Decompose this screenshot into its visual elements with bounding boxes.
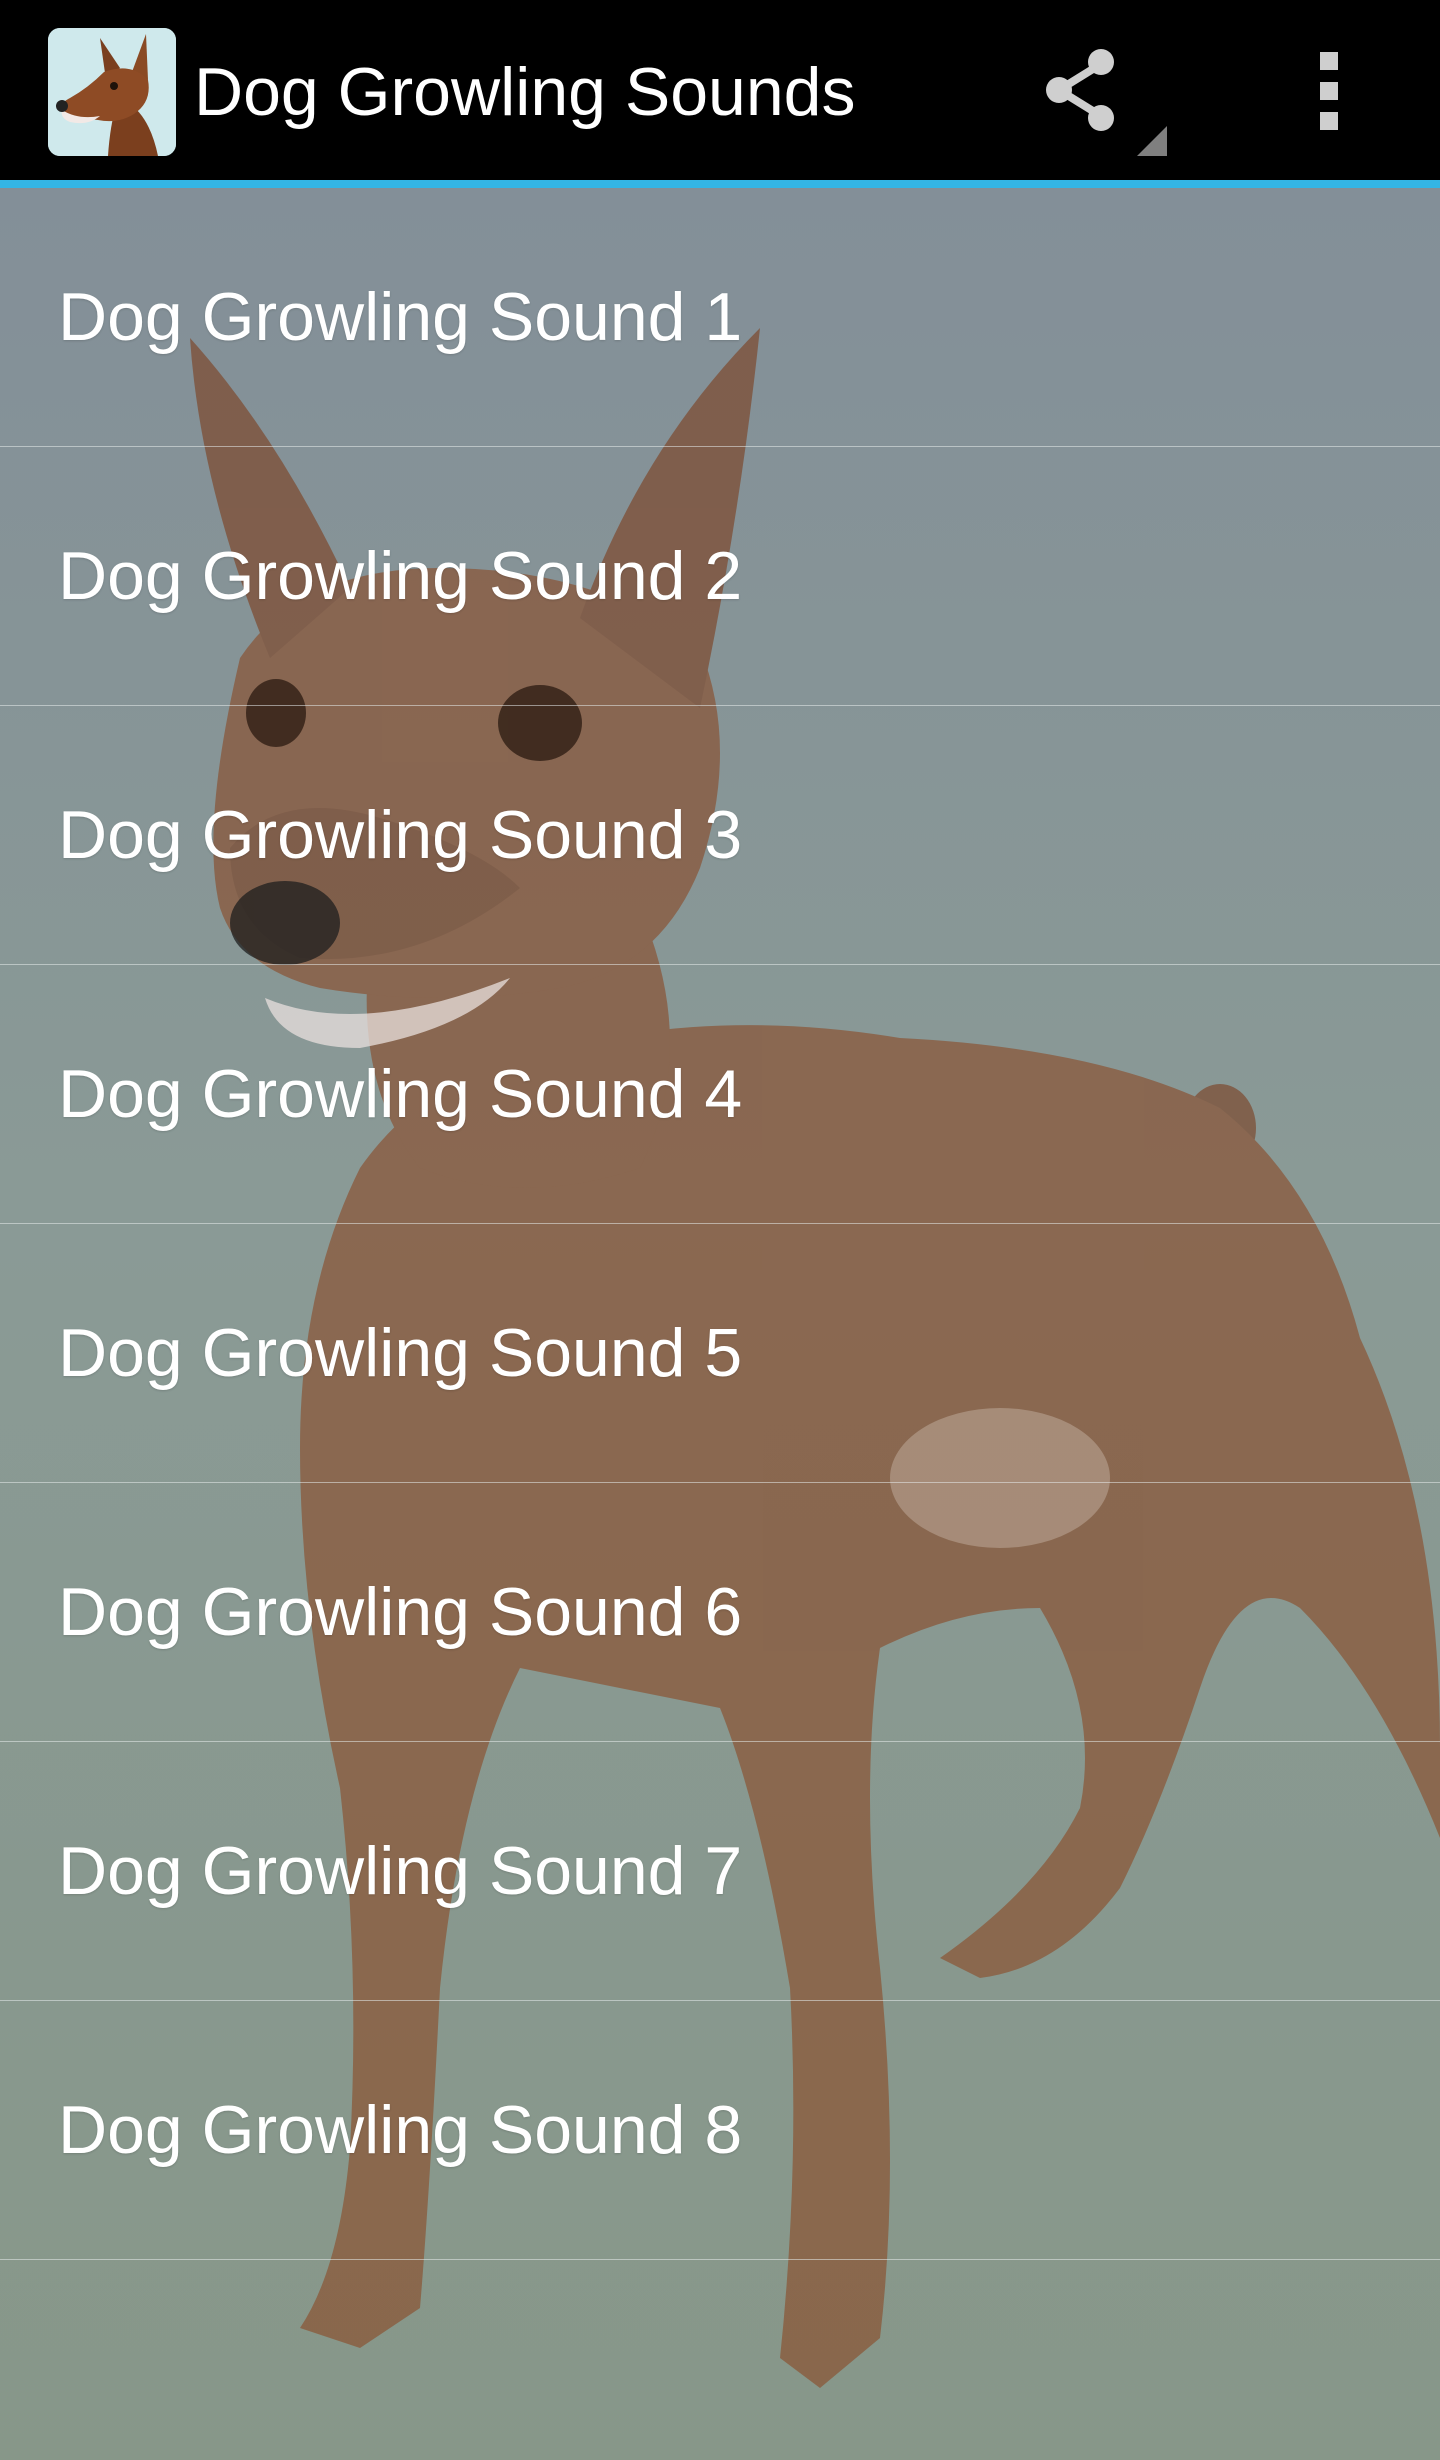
app-icon[interactable] (48, 28, 176, 156)
share-icon (1046, 49, 1167, 156)
sound-list-item-3[interactable]: Dog Growling Sound 3 (0, 706, 1440, 965)
app-title: Dog Growling Sounds (194, 54, 856, 130)
action-bar-accent-line (0, 180, 1440, 188)
sound-list-item-4[interactable]: Dog Growling Sound 4 (0, 965, 1440, 1224)
sound-label: Dog Growling Sound 7 (58, 1833, 743, 1909)
sound-list-item-1[interactable]: Dog Growling Sound 1 (0, 188, 1440, 447)
sound-list-item-2[interactable]: Dog Growling Sound 2 (0, 447, 1440, 706)
sound-list-item-7[interactable]: Dog Growling Sound 7 (0, 1742, 1440, 2001)
overflow-menu-icon (1320, 52, 1338, 130)
sound-list-item-8[interactable]: Dog Growling Sound 8 (0, 2001, 1440, 2260)
sound-label: Dog Growling Sound 6 (58, 1574, 743, 1650)
dog-head-icon (48, 28, 176, 156)
overflow-menu-button[interactable] (1290, 30, 1370, 160)
sound-list: Dog Growling Sound 1 Dog Growling Sound … (0, 188, 1440, 2260)
sound-label: Dog Growling Sound 8 (58, 2092, 743, 2168)
sound-list-item-6[interactable]: Dog Growling Sound 6 (0, 1483, 1440, 1742)
sound-label: Dog Growling Sound 2 (58, 538, 743, 614)
sound-label: Dog Growling Sound 4 (58, 1056, 743, 1132)
sound-list-item-5[interactable]: Dog Growling Sound 5 (0, 1224, 1440, 1483)
action-bar: Dog Growling Sounds (0, 0, 1440, 180)
sound-label: Dog Growling Sound 3 (58, 797, 743, 873)
sound-list-screen: Dog Growling Sound 1 Dog Growling Sound … (0, 188, 1440, 2460)
share-button[interactable] (1035, 30, 1185, 160)
sound-label: Dog Growling Sound 1 (58, 279, 743, 355)
sound-label: Dog Growling Sound 5 (58, 1315, 743, 1391)
